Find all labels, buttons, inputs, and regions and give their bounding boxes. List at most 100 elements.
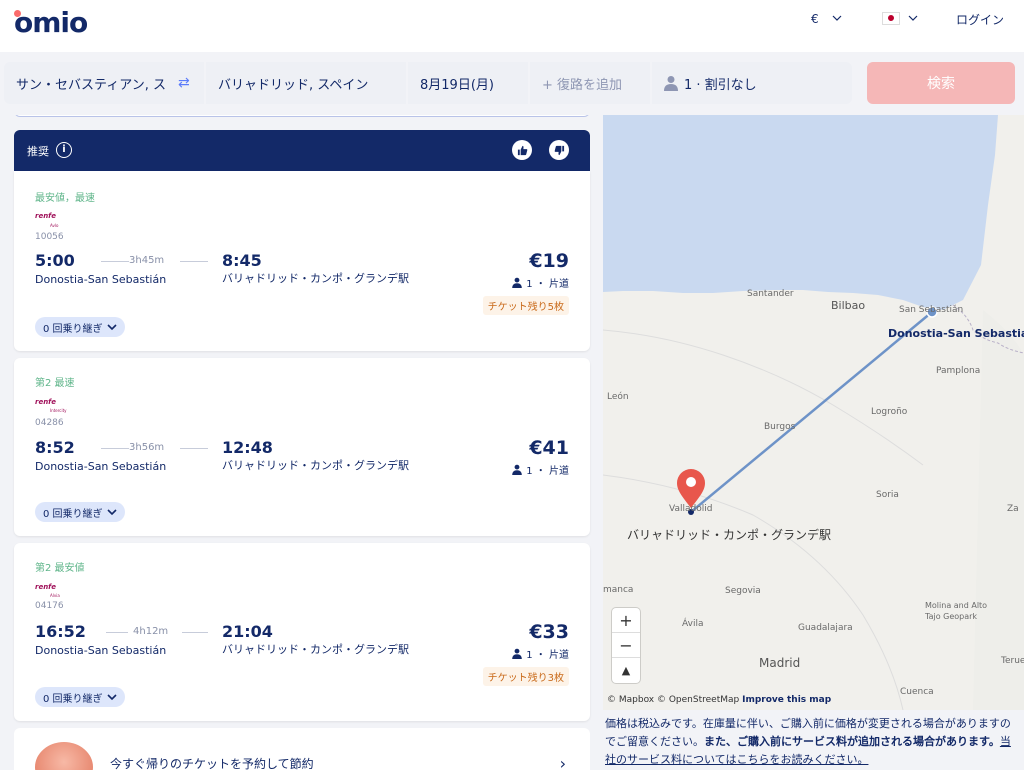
map-label: Valladolid: [669, 504, 713, 514]
login-link[interactable]: ログイン: [956, 11, 1004, 28]
destination-field[interactable]: バリャドリッド, スペイン: [206, 62, 406, 104]
map-label: Bilbao: [831, 299, 866, 312]
destination-label: バリャドリッド・カンポ・グランデ駅: [627, 528, 832, 542]
chevron-down-icon: [106, 509, 117, 516]
map-label: Ávila: [682, 619, 704, 629]
search-bar: サン・セバスティアン, ス ⇄ バリャドリッド, スペイン 8月19日(月) +…: [4, 62, 852, 104]
passenger-info: 1 ・ 片道: [512, 462, 569, 477]
thumbs-down-icon[interactable]: [549, 140, 569, 160]
map-zoom-controls: + − ▲: [612, 608, 640, 683]
chevron-down-icon: [106, 324, 117, 331]
duration-line: [101, 261, 129, 262]
journey-card[interactable]: 最安値，最速 renfe Avlo 10056 5:00 3h45m 8:45 …: [14, 171, 590, 351]
map-label: León: [607, 392, 629, 402]
arrival-station: バリャドリッド・カンポ・グランデ駅: [222, 643, 409, 656]
improve-map-link[interactable]: Improve this map: [742, 695, 831, 705]
recommended-header: 推奨 i: [14, 130, 590, 171]
map-label: Pamplona: [936, 366, 981, 376]
passenger-info: 1 ・ 片道: [512, 646, 569, 661]
return-ticket-promo[interactable]: 今すぐ帰りのチケットを予約して節約 ›: [14, 728, 590, 770]
passenger-info: 1 ・ 片道: [512, 275, 569, 290]
departure-time: 8:52: [35, 438, 75, 457]
passenger-text: 1 ・ 片道: [526, 466, 569, 477]
arrival-time: 8:45: [222, 251, 262, 270]
currency-selector[interactable]: €: [811, 12, 819, 26]
map-label: Za: [1007, 504, 1019, 514]
top-header: omio € ログイン: [0, 0, 1024, 52]
map-label: manca: [603, 585, 634, 595]
map-label: Logroño: [871, 407, 908, 417]
arrival-time: 12:48: [222, 438, 273, 457]
departure-time: 5:00: [35, 251, 75, 270]
chevron-down-icon[interactable]: [832, 13, 842, 23]
stops-toggle[interactable]: 0 回乗り継ぎ: [35, 687, 125, 707]
map-label: Molina and Alto Tajo Geopark: [925, 601, 988, 621]
stops-toggle[interactable]: 0 回乗り継ぎ: [35, 502, 125, 522]
passenger-text: 1 ・ 片道: [526, 650, 569, 661]
stops-label: 0 回乗り継ぎ: [43, 693, 103, 705]
duration: 3h45m: [129, 255, 165, 266]
passenger-text: 1 ・ 片道: [526, 279, 569, 290]
date-field[interactable]: 8月19日(月): [408, 62, 528, 104]
renfe-sub-logo: Alvia: [50, 593, 60, 598]
renfe-sub-logo: Avlo: [50, 223, 59, 228]
stops-toggle[interactable]: 0 回乗り継ぎ: [35, 317, 125, 337]
passengers-field[interactable]: 1 · 割引なし: [652, 62, 852, 104]
route-map[interactable]: Santander Bilbao San Sebastián Donostia-…: [603, 115, 1024, 710]
origin-value: サン・セバスティアン, ス: [16, 77, 166, 93]
destination-pin-icon[interactable]: [677, 469, 705, 508]
info-icon[interactable]: i: [56, 142, 72, 158]
renfe-logo: renfe: [35, 583, 56, 591]
seats-left-badge: チケット残り5枚: [482, 296, 569, 315]
duration: 3h56m: [129, 442, 165, 453]
map-label: Segovia: [725, 586, 761, 596]
departure-station: Donostia-San Sebastián: [35, 460, 167, 473]
journey-tag: 第2 最速: [35, 378, 75, 389]
renfe-logo: renfe: [35, 212, 56, 220]
map-label: Soria: [876, 490, 899, 500]
duration-line: [180, 448, 208, 449]
promo-illustration: [35, 742, 93, 770]
stops-label: 0 回乗り継ぎ: [43, 508, 103, 520]
swap-icon[interactable]: ⇄: [178, 75, 196, 91]
journey-card[interactable]: 第2 最安値 renfe Alvia 04176 16:52 4h12m 21:…: [14, 543, 590, 721]
departure-station: Donostia-San Sebastián: [35, 644, 167, 657]
departure-time: 16:52: [35, 622, 86, 641]
map-label: Guadalajara: [798, 623, 853, 633]
thumbs-up-icon[interactable]: [512, 140, 532, 160]
person-icon: [664, 76, 678, 91]
promo-text: 今すぐ帰りのチケットを予約して節約: [110, 757, 314, 770]
price: €33: [529, 621, 569, 643]
duration-line: [182, 632, 208, 633]
attribution-text: © Mapbox © OpenStreetMap: [607, 695, 740, 705]
zoom-out-button[interactable]: −: [612, 633, 640, 658]
chevron-right-icon: ›: [559, 754, 566, 770]
compass-icon[interactable]: ▲: [612, 658, 640, 683]
stops-label: 0 回乗り継ぎ: [43, 323, 103, 335]
chevron-down-icon[interactable]: [908, 13, 918, 23]
disclaimer-bold: また、ご購入前にサービス料が追加される場合があります。: [704, 735, 1000, 748]
train-number: 04286: [35, 418, 64, 428]
add-return-field[interactable]: + 復路を追加: [530, 62, 650, 104]
sea-area: [603, 115, 998, 310]
duration-line: [180, 261, 208, 262]
omio-logo[interactable]: omio: [14, 6, 88, 39]
zoom-in-button[interactable]: +: [612, 608, 640, 633]
journey-card[interactable]: 第2 最速 renfe Intercity 04286 8:52 3h56m 1…: [14, 358, 590, 536]
person-icon: [512, 648, 523, 659]
arrival-station: バリャドリッド・カンポ・グランデ駅: [222, 272, 409, 285]
map-attribution: © Mapbox © OpenStreetMap Improve this ma…: [607, 695, 831, 705]
origin-label: Donostia-San Sebastián: [888, 327, 1024, 340]
search-button[interactable]: 検索: [867, 62, 1015, 104]
duration: 4h12m: [133, 626, 169, 637]
japan-flag-icon[interactable]: [882, 12, 900, 25]
duration-line: [101, 448, 129, 449]
origin-field[interactable]: サン・セバスティアン, ス ⇄: [4, 62, 204, 104]
price-disclaimer: 価格は税込みです。在庫量に伴い、ご購入前に価格が変更される場合がありますのでご留…: [605, 715, 1020, 769]
departure-station: Donostia-San Sebastián: [35, 273, 167, 286]
renfe-logo: renfe: [35, 398, 56, 406]
map-label: Burgos: [764, 422, 796, 432]
passengers-value: 1 · 割引なし: [684, 77, 757, 93]
chevron-down-icon: [106, 694, 117, 701]
results-list: 推奨 i 最安値，最速 renfe Avlo 10056 5:00 3h45m …: [0, 115, 603, 770]
